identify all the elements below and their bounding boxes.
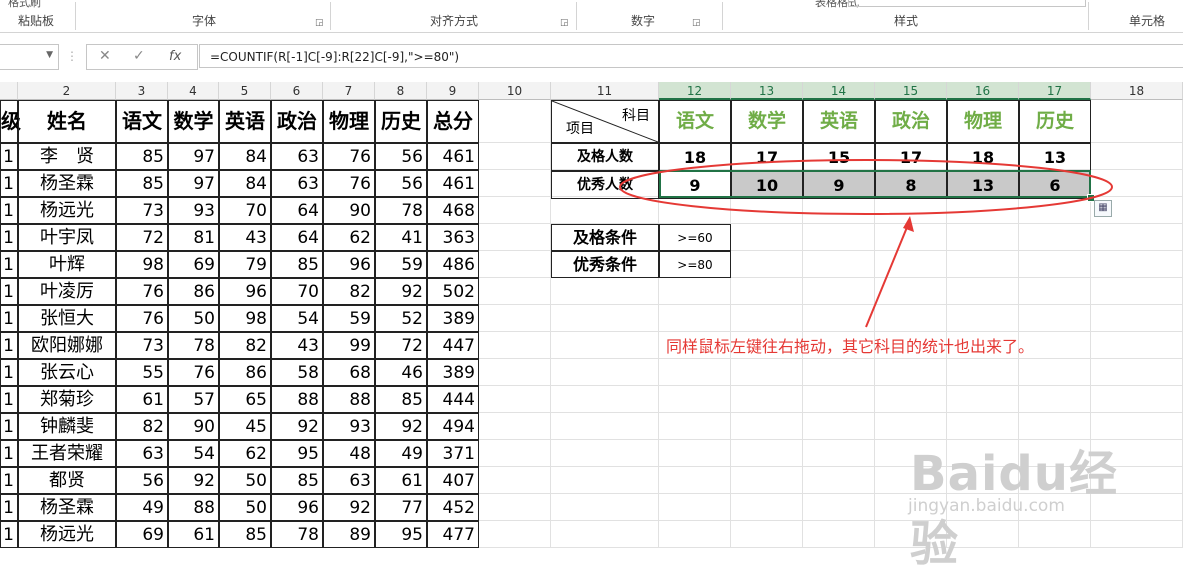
- annotation-text: 同样鼠标左键往右拖动，其它科目的统计也出来了。: [666, 337, 1035, 356]
- annotation-arrow-head: [903, 216, 914, 232]
- annotation-arrow-line: [865, 219, 911, 328]
- baidu-watermark: Baidu经验 jingyan.baidu.com: [880, 418, 1150, 572]
- highlight-ellipse: [619, 159, 1113, 215]
- watermark-url: jingyan.baidu.com: [908, 496, 1065, 516]
